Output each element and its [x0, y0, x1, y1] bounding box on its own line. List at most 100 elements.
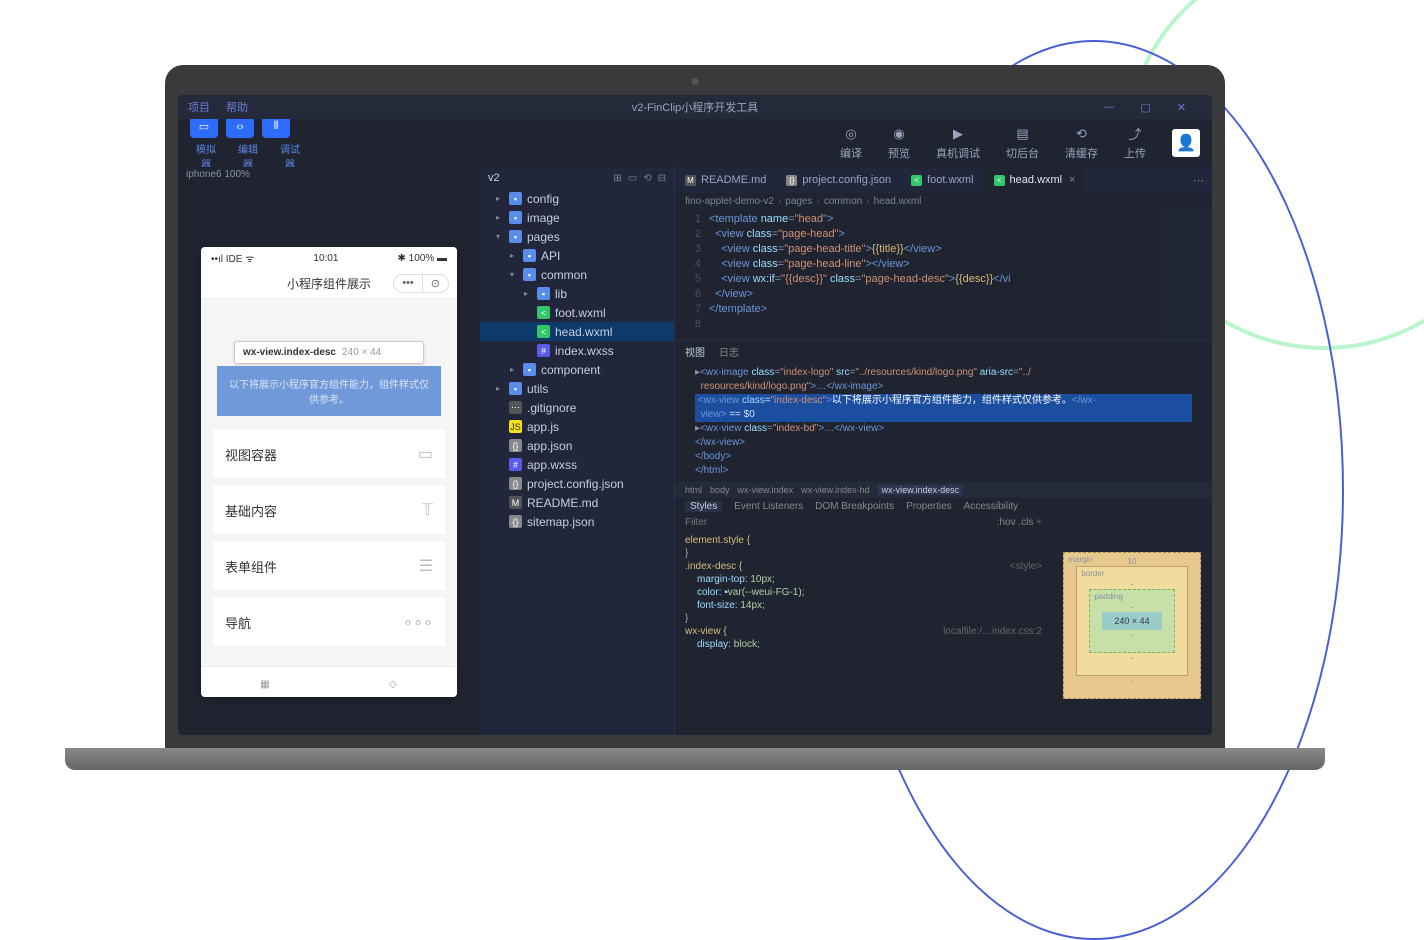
close-icon[interactable]: ✕: [1177, 101, 1186, 114]
file-sitemap[interactable]: {}sitemap.json: [480, 512, 674, 531]
highlighted-desc: 以下将展示小程序官方组件能力，组件样式仅供参考。: [217, 366, 441, 416]
file-foot-wxml[interactable]: <foot.wxml: [480, 303, 674, 322]
folder-icon: ▪: [509, 192, 522, 205]
folder-api[interactable]: ▸▪API: [480, 246, 674, 265]
menu-item-content[interactable]: 基础内容𝕋: [213, 486, 445, 534]
accessibility-tab[interactable]: Accessibility: [964, 501, 1018, 512]
folder-icon: ▪: [523, 249, 536, 262]
avatar[interactable]: 👤: [1172, 129, 1200, 157]
menu-item-form[interactable]: 表单组件☰: [213, 542, 445, 590]
folder-image[interactable]: ▸▪image: [480, 208, 674, 227]
wxml-icon: <: [911, 175, 922, 186]
minimize-icon[interactable]: —: [1103, 101, 1114, 114]
new-folder-icon[interactable]: ▭: [628, 173, 637, 184]
mode-editor-label: 编辑器: [234, 141, 262, 171]
file-project-config[interactable]: {}project.config.json: [480, 474, 674, 493]
file-readme[interactable]: MREADME.md: [480, 493, 674, 512]
project-root-label[interactable]: v2: [488, 172, 500, 184]
file-icon: ⋯: [509, 401, 522, 414]
event-listeners-tab[interactable]: Event Listeners: [734, 501, 803, 512]
file-index-wxss[interactable]: #index.wxss: [480, 341, 674, 360]
dom-breakpoints-tab[interactable]: DOM Breakpoints: [815, 501, 894, 512]
clear-cache-button[interactable]: ⟲清缓存: [1065, 126, 1098, 161]
tab-project-config[interactable]: {}project.config.json: [776, 167, 901, 193]
app-title: 小程序组件展示: [287, 275, 371, 292]
clock-label: 10:01: [313, 253, 338, 264]
collapse-icon[interactable]: ⊟: [658, 173, 666, 184]
background-button[interactable]: ▤切后台: [1006, 126, 1039, 161]
file-gitignore[interactable]: ⋯.gitignore: [480, 398, 674, 417]
menu-project[interactable]: 项目: [188, 99, 210, 115]
tab-readme[interactable]: MREADME.md: [675, 167, 776, 193]
carrier-label: ••ıl IDE ᯤ: [211, 251, 254, 265]
wxml-icon: <: [537, 306, 550, 319]
capsule-menu-icon[interactable]: •••: [394, 275, 423, 292]
file-app-json[interactable]: {}app.json: [480, 436, 674, 455]
ide-window: 项目 帮助 v2-FinClip小程序开发工具 — ▢ ✕ ▭ ‹› ⫴ 模拟器…: [178, 95, 1212, 735]
wxml-icon: <: [994, 175, 1005, 186]
menu-item-nav[interactable]: 导航∘∘∘: [213, 598, 445, 646]
breadcrumb[interactable]: fino-applet-demo-v2›pages›common›head.wx…: [675, 193, 1212, 210]
tab-head-wxml[interactable]: <head.wxml×: [984, 167, 1086, 193]
maximize-icon[interactable]: ▢: [1140, 101, 1150, 114]
folder-lib[interactable]: ▸▪lib: [480, 284, 674, 303]
code-editor[interactable]: 1234 5678 <template name="head"> <view c…: [675, 210, 1212, 340]
editor-tabs: MREADME.md {}project.config.json <foot.w…: [675, 167, 1212, 193]
refresh-icon[interactable]: ⟲: [643, 173, 651, 184]
tab-foot-wxml[interactable]: <foot.wxml: [901, 167, 983, 193]
devtools-tab-other[interactable]: 日志: [719, 344, 739, 359]
remote-debug-button[interactable]: ▶真机调试: [936, 126, 980, 161]
minimap[interactable]: [1162, 210, 1212, 340]
phone-preview: ••ıl IDE ᯤ 10:01 ✱ 100% ▬ 小程序组件展示 ••• ⊙ …: [201, 247, 457, 697]
folder-icon: ▪: [509, 230, 522, 243]
list-icon: ☰: [419, 556, 433, 576]
dom-path[interactable]: html body wx-view.index wx-view.index-hd…: [675, 482, 1212, 498]
folder-icon: ▪: [537, 287, 550, 300]
folder-config[interactable]: ▸▪config: [480, 189, 674, 208]
folder-common[interactable]: ▾▪common: [480, 265, 674, 284]
devtools-tab-wxml[interactable]: 视图: [685, 344, 705, 359]
mode-debugger-label: 调试器: [276, 141, 304, 171]
tab-component[interactable]: ▦组件: [201, 667, 329, 697]
hov-cls-button[interactable]: :hov .cls: [997, 517, 1034, 528]
menu-help[interactable]: 帮助: [226, 99, 248, 115]
dom-tree[interactable]: ▸<wx-image class="index-logo" src="../re…: [675, 362, 1212, 482]
folder-pages[interactable]: ▾▪pages: [480, 227, 674, 246]
upload-icon: ⤴: [1127, 126, 1143, 142]
json-icon: {}: [786, 175, 797, 186]
tabs-more-icon[interactable]: ⋯: [1185, 174, 1212, 187]
compile-button[interactable]: ◎编译: [840, 126, 862, 161]
preview-button[interactable]: ◉预览: [888, 126, 910, 161]
close-icon[interactable]: ×: [1069, 174, 1075, 186]
folder-component[interactable]: ▸▪component: [480, 360, 674, 379]
folder-icon: ▪: [523, 363, 536, 376]
new-file-icon[interactable]: ⊞: [613, 173, 621, 184]
add-rule-icon[interactable]: +: [1036, 517, 1042, 528]
wxss-icon: #: [509, 458, 522, 471]
camera-dot: [692, 78, 699, 85]
folder-utils[interactable]: ▸▪utils: [480, 379, 674, 398]
menu-item-view[interactable]: 视图容器▭: [213, 430, 445, 478]
upload-button[interactable]: ⤴上传: [1124, 126, 1146, 161]
file-app-js[interactable]: JSapp.js: [480, 417, 674, 436]
mode-simulator-label: 模拟器: [192, 141, 220, 171]
box-model: margin 10 border- padding- 240 × 44 - - …: [1052, 515, 1212, 735]
wxss-icon: #: [537, 344, 550, 357]
capsule-close-icon[interactable]: ⊙: [423, 275, 448, 292]
menubar: 项目 帮助 v2-FinClip小程序开发工具 — ▢ ✕: [178, 95, 1212, 119]
battery-label: ✱ 100% ▬: [397, 253, 447, 264]
simulator-device-label[interactable]: iphone6 100%: [178, 167, 480, 187]
tab-api[interactable]: ◇接口: [329, 667, 457, 697]
container-icon: ▭: [418, 444, 433, 464]
styles-filter-input[interactable]: [685, 517, 997, 528]
toolbar: ▭ ‹› ⫴ 模拟器 编辑器 调试器 ◎编译 ◉预览 ▶真机调试 ▤切后台 ⟲清…: [178, 119, 1212, 167]
json-icon: {}: [509, 477, 522, 490]
css-rules[interactable]: element.style { } .index-desc {<style> m…: [675, 530, 1052, 655]
file-head-wxml[interactable]: <head.wxml: [480, 322, 674, 341]
styles-tab[interactable]: Styles: [685, 501, 722, 512]
laptop-base: [65, 748, 1325, 770]
md-icon: M: [509, 496, 522, 509]
wxml-icon: <: [537, 325, 550, 338]
file-app-wxss[interactable]: #app.wxss: [480, 455, 674, 474]
properties-tab[interactable]: Properties: [906, 501, 952, 512]
